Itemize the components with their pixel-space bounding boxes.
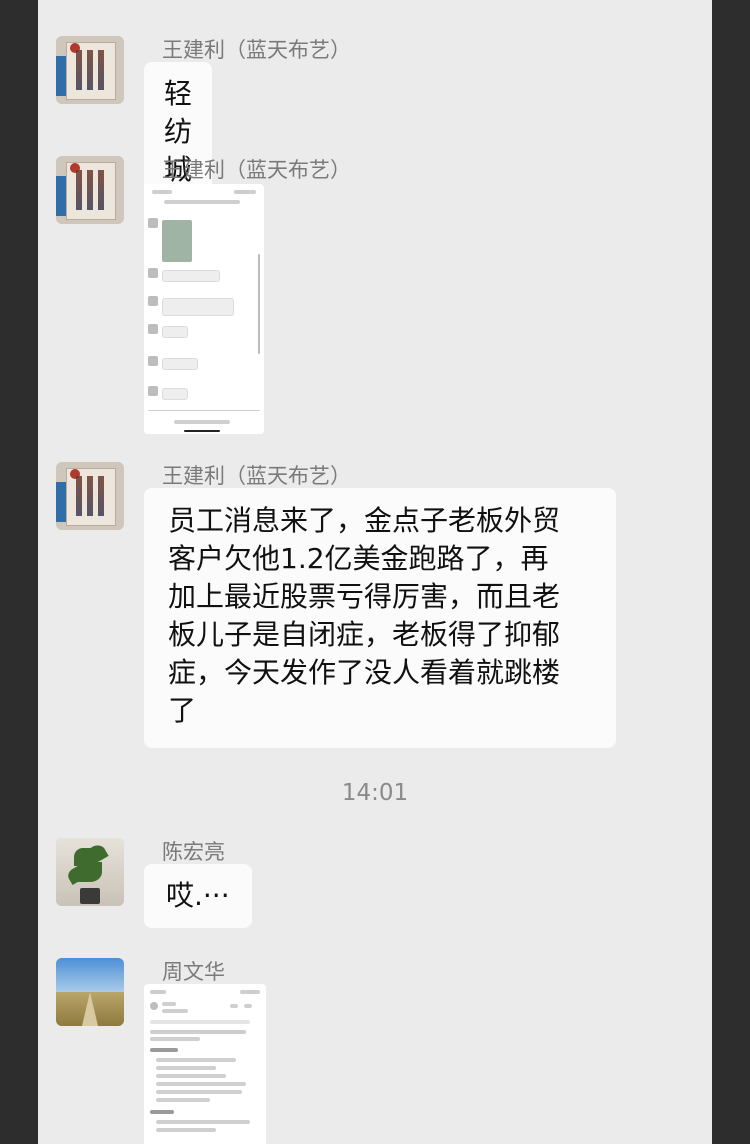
message-line: 加上最近股票亏得厉害，而且老: [168, 580, 561, 613]
store-sign-avatar[interactable]: [56, 36, 124, 104]
message-bubble[interactable]: 员工消息来了，金点子老板外贸 客户欠他1.2亿美金跑路了，再 加上最近股票亏得厉…: [144, 488, 616, 748]
message-line: 板儿子是自闭症，老板得了抑郁: [168, 618, 561, 651]
timestamp: 14:01: [341, 780, 409, 806]
message-text: 哎.···: [166, 879, 230, 912]
chat-screenshot-image[interactable]: [144, 184, 264, 434]
sender-name: 周文华: [162, 960, 225, 984]
landscape-avatar[interactable]: [56, 958, 124, 1026]
sender-name: 陈宏亮: [162, 840, 225, 864]
store-sign-avatar[interactable]: [56, 156, 124, 224]
sender-name: 王建利（蓝天布艺）: [162, 38, 351, 62]
message-line: 了: [168, 694, 197, 727]
message-bubble[interactable]: 哎.···: [144, 864, 252, 928]
store-sign-avatar[interactable]: [56, 462, 124, 530]
sender-name: 王建利（蓝天布艺）: [162, 158, 351, 182]
sender-name: 王建利（蓝天布艺）: [162, 464, 351, 488]
message-line: 客户欠他1.2亿美金跑路了，再: [168, 542, 549, 575]
message-line: 员工消息来了，金点子老板外贸: [168, 504, 561, 537]
company-info-screenshot-image[interactable]: [144, 984, 266, 1144]
right-edge: [712, 0, 750, 1144]
plant-avatar[interactable]: [56, 838, 124, 906]
message-line: 症，今天发作了没人看着就跳楼: [168, 656, 561, 689]
left-edge: [0, 0, 38, 1144]
chat-window[interactable]: 王建利（蓝天布艺） 轻纺城重大消息 王建利（蓝天布艺）: [38, 0, 712, 1144]
